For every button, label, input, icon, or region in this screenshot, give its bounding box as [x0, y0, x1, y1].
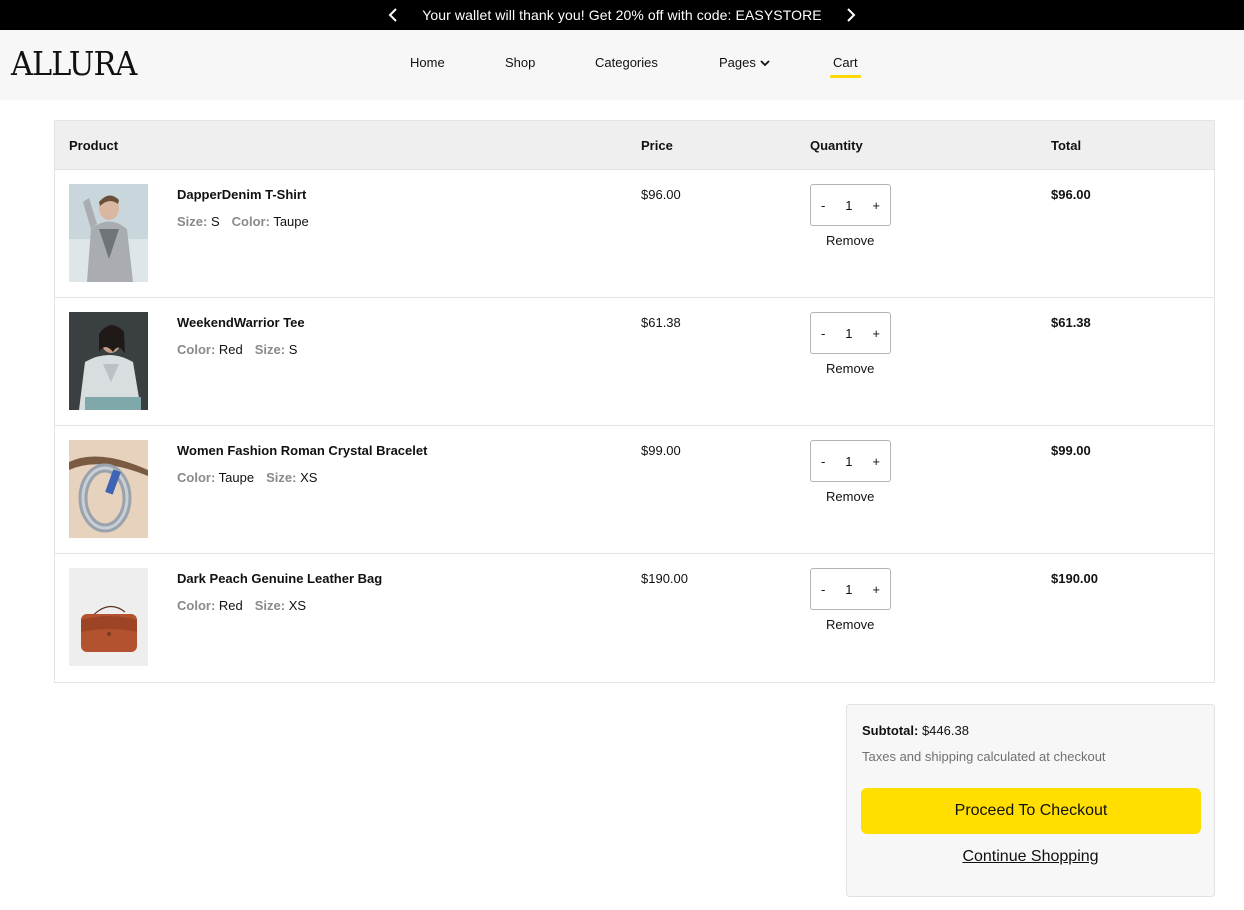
announcement-text: Your wallet will thank you! Get 20% off … [422, 7, 822, 23]
cart-row: DapperDenim T-Shirt Size: S Color: Taupe … [55, 170, 1214, 298]
item-price: $96.00 [641, 187, 681, 202]
item-price: $99.00 [641, 443, 681, 458]
product-name[interactable]: Women Fashion Roman Crystal Bracelet [177, 443, 427, 458]
subtotal-value: $446.38 [921, 723, 969, 738]
cart-row: WeekendWarrior Tee Color: Red Size: S $61… [55, 298, 1214, 426]
product-image[interactable] [69, 568, 148, 666]
nav-item-pages[interactable]: Pages [719, 55, 770, 70]
attr-value: XS [288, 598, 307, 613]
nav-item-categories[interactable]: Categories [595, 55, 658, 70]
item-total: $190.00 [1051, 571, 1098, 586]
product-attributes: Size: S Color: Taupe [177, 214, 309, 229]
attr-label: Color: [177, 470, 216, 485]
remove-button[interactable]: Remove [826, 361, 874, 376]
quantity-stepper: - 1 + [810, 312, 891, 354]
site-header: ALLURA Home Shop Categories Pages Cart [0, 30, 1244, 100]
chevron-left-icon[interactable] [381, 3, 405, 27]
cart-row: Dark Peach Genuine Leather Bag Color: Re… [55, 554, 1214, 682]
increase-button[interactable]: + [872, 582, 880, 597]
decrease-button[interactable]: - [821, 198, 825, 213]
decrease-button[interactable]: - [821, 326, 825, 341]
attr-value: Taupe [273, 214, 309, 229]
column-header-product: Product [69, 138, 119, 153]
product-name[interactable]: Dark Peach Genuine Leather Bag [177, 571, 382, 586]
attr-label: Size: [177, 214, 208, 229]
chevron-right-icon[interactable] [839, 3, 863, 27]
increase-button[interactable]: + [872, 326, 880, 341]
nav-item-pages-label: Pages [719, 55, 756, 70]
quantity-value[interactable]: 1 [845, 454, 852, 469]
proceed-to-checkout-button[interactable]: Proceed To Checkout [861, 788, 1201, 834]
attr-label: Size: [266, 470, 297, 485]
nav-item-home[interactable]: Home [410, 55, 445, 70]
attr-value: S [210, 214, 220, 229]
product-attributes: Color: Red Size: S [177, 342, 297, 357]
remove-button[interactable]: Remove [826, 617, 874, 632]
increase-button[interactable]: + [872, 454, 880, 469]
attr-label: Size: [254, 342, 286, 357]
quantity-value[interactable]: 1 [845, 326, 852, 341]
quantity-value[interactable]: 1 [845, 582, 852, 597]
column-header-total: Total [1051, 138, 1082, 153]
attr-value: Red [218, 598, 243, 613]
remove-button[interactable]: Remove [826, 489, 874, 504]
main-nav: Home Shop Categories Pages Cart [0, 30, 1244, 100]
cart-summary: Subtotal: $446.38 Taxes and shipping cal… [846, 704, 1215, 897]
item-price: $190.00 [641, 571, 688, 586]
announcement-bar: Your wallet will thank you! Get 20% off … [0, 0, 1244, 30]
subtotal: Subtotal: $446.38 [862, 723, 969, 738]
attr-value: Taupe [218, 470, 255, 485]
quantity-stepper: - 1 + [810, 440, 891, 482]
nav-item-cart[interactable]: Cart [830, 55, 861, 78]
attr-label: Color: [177, 598, 216, 613]
decrease-button[interactable]: - [821, 582, 825, 597]
product-attributes: Color: Taupe Size: XS [177, 470, 317, 485]
item-total: $61.38 [1051, 315, 1091, 330]
quantity-stepper: - 1 + [810, 184, 891, 226]
attr-value: Red [218, 342, 243, 357]
subtotal-label: Subtotal: [862, 723, 919, 738]
nav-item-shop[interactable]: Shop [505, 55, 535, 70]
column-header-quantity: Quantity [810, 138, 863, 153]
item-price: $61.38 [641, 315, 681, 330]
item-total: $96.00 [1051, 187, 1091, 202]
quantity-stepper: - 1 + [810, 568, 891, 610]
attr-label: Size: [254, 598, 286, 613]
quantity-value[interactable]: 1 [845, 198, 852, 213]
item-total: $99.00 [1051, 443, 1091, 458]
attr-label: Color: [231, 214, 270, 229]
product-image[interactable] [69, 312, 148, 410]
tax-note: Taxes and shipping calculated at checkou… [862, 749, 1106, 764]
decrease-button[interactable]: - [821, 454, 825, 469]
chevron-down-icon [760, 60, 770, 67]
product-image[interactable] [69, 440, 148, 538]
attr-value: XS [300, 470, 318, 485]
column-header-price: Price [641, 138, 673, 153]
product-image[interactable] [69, 184, 148, 282]
product-name[interactable]: DapperDenim T-Shirt [177, 187, 306, 202]
product-name[interactable]: WeekendWarrior Tee [177, 315, 305, 330]
continue-shopping-link[interactable]: Continue Shopping [847, 848, 1214, 866]
cart-table: Product Price Quantity Total DapperDenim… [54, 120, 1215, 683]
remove-button[interactable]: Remove [826, 233, 874, 248]
increase-button[interactable]: + [872, 198, 880, 213]
product-attributes: Color: Red Size: XS [177, 598, 306, 613]
cart-table-header: Product Price Quantity Total [55, 121, 1214, 170]
cart-row: Women Fashion Roman Crystal Bracelet Col… [55, 426, 1214, 554]
attr-value: S [288, 342, 298, 357]
attr-label: Color: [177, 342, 216, 357]
